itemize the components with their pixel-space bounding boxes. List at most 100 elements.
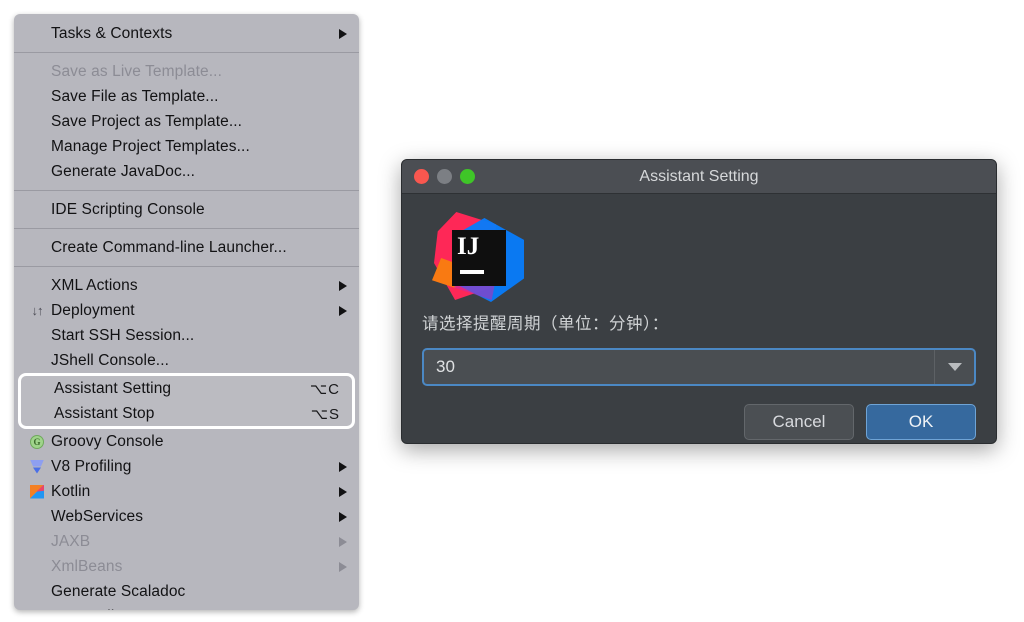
- submenu-arrow-icon: [339, 305, 347, 316]
- reminder-period-combobox[interactable]: 30: [422, 348, 976, 386]
- dialog-button-bar: Cancel OK: [402, 386, 996, 443]
- assistant-highlight-group[interactable]: Assistant Setting ⌥C Assistant Stop ⌥S: [18, 373, 355, 429]
- menu-item-label: Save Project as Template...: [51, 112, 243, 130]
- menu-item-tasks-contexts[interactable]: Tasks & Contexts: [14, 21, 359, 46]
- no-icon: [28, 114, 46, 130]
- no-icon: [28, 64, 46, 80]
- menu-item-label: Save File as Template...: [51, 87, 219, 105]
- menu-item-label: JShell Console...: [51, 351, 170, 369]
- menu-item-assistant-stop[interactable]: Assistant Stop ⌥S: [21, 401, 352, 426]
- submenu-arrow-icon: [339, 461, 347, 472]
- no-icon: [31, 406, 49, 422]
- intellij-idea-logo-icon: IJ: [432, 210, 524, 302]
- assistant-setting-dialog: Assistant Setting IJ 请选择提醒周期（单位：分钟）： 30 …: [401, 159, 997, 444]
- menu-item-label: XML Actions: [51, 276, 138, 294]
- menu-item-groovy-console[interactable]: G Groovy Console: [14, 429, 359, 454]
- menu-item-label: Assistant Setting: [54, 379, 172, 397]
- menu-separator: [14, 228, 359, 229]
- menu-item-label: HTTP Client: [51, 608, 329, 611]
- prompt-label: 请选择提醒周期（单位：分钟）：: [422, 315, 669, 333]
- no-icon: [28, 509, 46, 525]
- menu-item-save-project-as-template[interactable]: Save Project as Template...: [14, 109, 359, 134]
- no-icon: [28, 328, 46, 344]
- menu-item-create-command-line-launcher[interactable]: Create Command-line Launcher...: [14, 235, 359, 260]
- submenu-arrow-icon: [339, 280, 347, 291]
- menu-item-v8-profiling[interactable]: V8 Profiling: [14, 454, 359, 479]
- menu-item-generate-javadoc[interactable]: Generate JavaDoc...: [14, 159, 359, 184]
- menu-item-jaxb: JAXB: [14, 529, 359, 554]
- menu-item-http-client[interactable]: HTTP Client: [14, 604, 359, 611]
- no-icon: [28, 278, 46, 294]
- no-icon: [28, 139, 46, 155]
- kotlin-icon: [28, 484, 46, 500]
- v8-icon: [28, 459, 46, 475]
- submenu-arrow-icon: [339, 511, 347, 522]
- menu-item-shortcut: ⌥C: [309, 380, 340, 398]
- menu-item-label: Generate Scaladoc: [51, 582, 186, 600]
- menu-separator: [14, 52, 359, 53]
- menu-item-label: XmlBeans: [51, 557, 123, 575]
- menu-item-label: Kotlin: [51, 482, 91, 500]
- dialog-titlebar[interactable]: Assistant Setting: [402, 160, 996, 194]
- zoom-icon[interactable]: [460, 169, 475, 184]
- menu-item-label: Create Command-line Launcher...: [51, 238, 287, 256]
- menu-item-label: Deployment: [51, 301, 135, 319]
- menu-item-label: WebServices: [51, 507, 144, 525]
- menu-item-label: Save as Live Template...: [51, 62, 222, 80]
- close-icon[interactable]: [414, 169, 429, 184]
- submenu-arrow-icon: [339, 536, 347, 547]
- no-icon: [28, 559, 46, 575]
- no-icon: [28, 202, 46, 218]
- reminder-period-value[interactable]: 30: [424, 350, 934, 384]
- menu-item-assistant-setting[interactable]: Assistant Setting ⌥C: [21, 376, 352, 401]
- menu-item-generate-scaladoc[interactable]: Generate Scaladoc: [14, 579, 359, 604]
- no-icon: [31, 381, 49, 397]
- menu-item-label: JAXB: [51, 532, 91, 550]
- menu-separator: [14, 266, 359, 267]
- minimize-icon[interactable]: [437, 169, 452, 184]
- menu-item-label: Tasks & Contexts: [51, 24, 173, 42]
- dialog-title: Assistant Setting: [639, 167, 759, 185]
- submenu-arrow-icon: [339, 28, 347, 39]
- menu-sections: Tasks & Contexts Save as Live Template...…: [14, 21, 359, 373]
- logo-underscore: [460, 270, 484, 274]
- submenu-arrow-icon: [339, 486, 347, 497]
- menu-separator: [14, 190, 359, 191]
- menu-item-start-ssh-session[interactable]: Start SSH Session...: [14, 323, 359, 348]
- menu-item-label: Generate JavaDoc...: [51, 162, 196, 180]
- context-menu[interactable]: Tasks & Contexts Save as Live Template...…: [14, 14, 359, 610]
- window-controls: [402, 169, 475, 184]
- menu-item-jshell-console[interactable]: JShell Console...: [14, 348, 359, 373]
- submenu-arrow-icon: [339, 561, 347, 572]
- groovy-icon: G: [28, 434, 46, 450]
- menu-item-kotlin[interactable]: Kotlin: [14, 479, 359, 504]
- menu-item-xml-actions[interactable]: XML Actions: [14, 273, 359, 298]
- cancel-button[interactable]: Cancel: [744, 404, 854, 440]
- dialog-body: IJ 请选择提醒周期（单位：分钟）： 30: [402, 194, 996, 386]
- no-icon: [28, 240, 46, 256]
- menu-item-manage-project-templates[interactable]: Manage Project Templates...: [14, 134, 359, 159]
- chevron-down-icon[interactable]: [934, 350, 974, 384]
- menu-item-label: V8 Profiling: [51, 457, 132, 475]
- menu-trailing-items: G Groovy Console V8 Profiling Kotlin WebServ…: [14, 429, 359, 610]
- no-icon: [28, 609, 46, 611]
- menu-item-label: IDE Scripting Console: [51, 200, 205, 218]
- menu-item-label: Manage Project Templates...: [51, 137, 250, 155]
- no-icon: [28, 89, 46, 105]
- menu-item-label: Start SSH Session...: [51, 326, 195, 344]
- menu-item-save-file-as-template[interactable]: Save File as Template...: [14, 84, 359, 109]
- logo-text: IJ: [457, 233, 480, 260]
- no-icon: [28, 26, 46, 42]
- menu-item-xmlbeans: XmlBeans: [14, 554, 359, 579]
- menu-item-webservices[interactable]: WebServices: [14, 504, 359, 529]
- deployment-icon: ↓↑: [31, 303, 44, 318]
- no-icon: [28, 534, 46, 550]
- menu-item-ide-scripting-console[interactable]: IDE Scripting Console: [14, 197, 359, 222]
- no-icon: [28, 584, 46, 600]
- no-icon: [28, 353, 46, 369]
- menu-item-save-as-live-template: Save as Live Template...: [14, 59, 359, 84]
- menu-item-shortcut: ⌥S: [310, 405, 340, 423]
- ok-button[interactable]: OK: [866, 404, 976, 440]
- menu-item-deployment[interactable]: ↓↑ Deployment: [14, 298, 359, 323]
- menu-item-label: Groovy Console: [51, 432, 164, 450]
